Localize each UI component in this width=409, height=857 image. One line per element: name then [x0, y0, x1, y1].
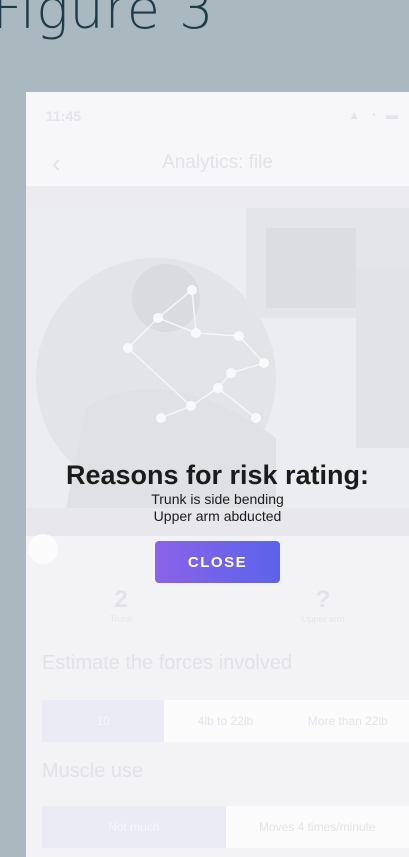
forces-option-more-22lb[interactable]: More than 22lb: [287, 700, 409, 742]
close-button[interactable]: CLOSE: [155, 541, 280, 583]
forces-section-title: Estimate the forces involved: [42, 652, 293, 674]
trunk-score: 2: [114, 586, 128, 613]
reason-trunk: Trunk is side bending: [151, 491, 284, 507]
figure-title: Figure 3: [0, 0, 215, 41]
muscle-section-title: Muscle use: [42, 760, 144, 782]
nav-bar: ‹ Analytics: file: [26, 138, 409, 186]
risk-reasons-dialog: Reasons for risk rating: Trunk is side b…: [26, 450, 409, 583]
muscle-option-not-much[interactable]: Not much: [42, 806, 226, 848]
forces-selector: 10 4lb to 22lb More than 22lb: [42, 700, 409, 742]
signal-wifi-battery-icon: ▲ ◔ ▬: [348, 108, 401, 122]
upper-arm-score: ?: [315, 586, 331, 613]
reason-upper-arm: Upper arm abducted: [153, 508, 282, 524]
forces-option-4-22lb[interactable]: 4lb to 22lb: [164, 700, 286, 742]
muscle-selector: Not much Moves 4 times/minute: [42, 806, 409, 848]
muscle-option-4-per-minute[interactable]: Moves 4 times/minute: [226, 806, 409, 848]
forces-option-10[interactable]: 10: [42, 700, 165, 742]
dialog-title: Reasons for risk rating:: [65, 460, 370, 490]
status-time: 11:45: [46, 108, 82, 124]
status-bar: 11:45 ▲ ◔ ▬: [26, 92, 409, 138]
header-divider: [26, 186, 409, 208]
trunk-score-label: Trunk: [109, 614, 133, 624]
upper-arm-score-label: Upper arm: [301, 614, 345, 624]
nav-title: Analytics: file: [162, 152, 273, 173]
